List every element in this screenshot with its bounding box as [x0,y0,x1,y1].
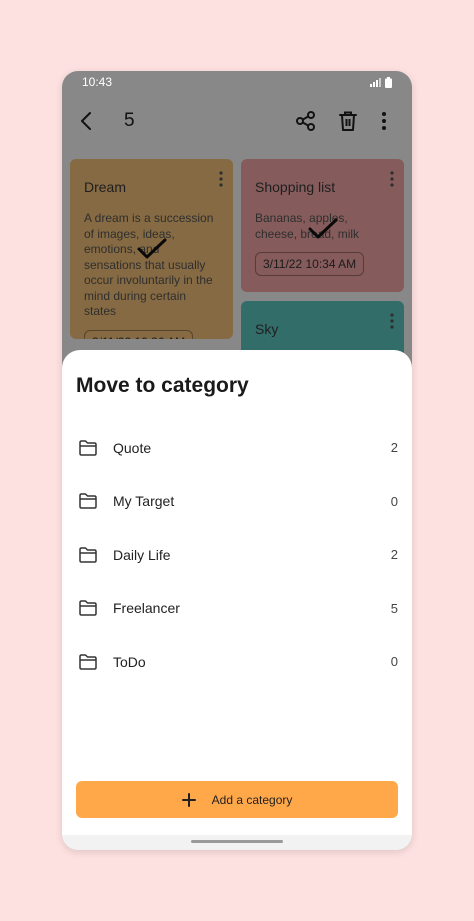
sheet-title: Move to category [76,374,249,397]
status-icons [370,76,392,88]
add-category-label: Add a category [211,792,293,807]
category-count: 0 [390,654,398,670]
folder-icon [78,652,98,672]
category-item-quote[interactable]: Quote 2 [62,421,412,475]
battery-icon [385,76,392,88]
folder-icon [78,491,98,511]
folder-icon [78,598,98,618]
phone-screen: 10:43 5 Dream A dream is a succession of… [62,71,412,850]
category-name: Quote [113,439,152,456]
plus-icon [181,792,196,807]
category-name: ToDo [113,653,146,670]
category-count: 2 [390,440,398,456]
category-count: 2 [390,547,398,563]
category-item-todo[interactable]: ToDo 0 [62,635,412,689]
category-item-freelancer[interactable]: Freelancer 5 [62,582,412,636]
category-name: Freelancer [113,600,180,617]
status-bar: 10:43 [62,71,412,93]
category-count: 0 [390,493,398,509]
category-count: 5 [390,600,398,616]
folder-icon [78,438,98,458]
home-indicator[interactable] [191,840,283,843]
category-name: My Target [113,493,175,510]
status-time: 10:43 [82,75,113,89]
navigation-bar [62,835,412,850]
add-category-button[interactable]: Add a category [76,781,398,818]
signal-icon [370,77,381,87]
move-to-category-sheet: Move to category Quote 2 My Target 0 Dai… [62,350,412,850]
category-item-my-target[interactable]: My Target 0 [62,475,412,529]
category-name: Daily Life [113,546,171,563]
folder-icon [78,545,98,565]
category-list: Quote 2 My Target 0 Daily Life 2 Freelan… [62,421,412,689]
category-item-daily-life[interactable]: Daily Life 2 [62,528,412,582]
